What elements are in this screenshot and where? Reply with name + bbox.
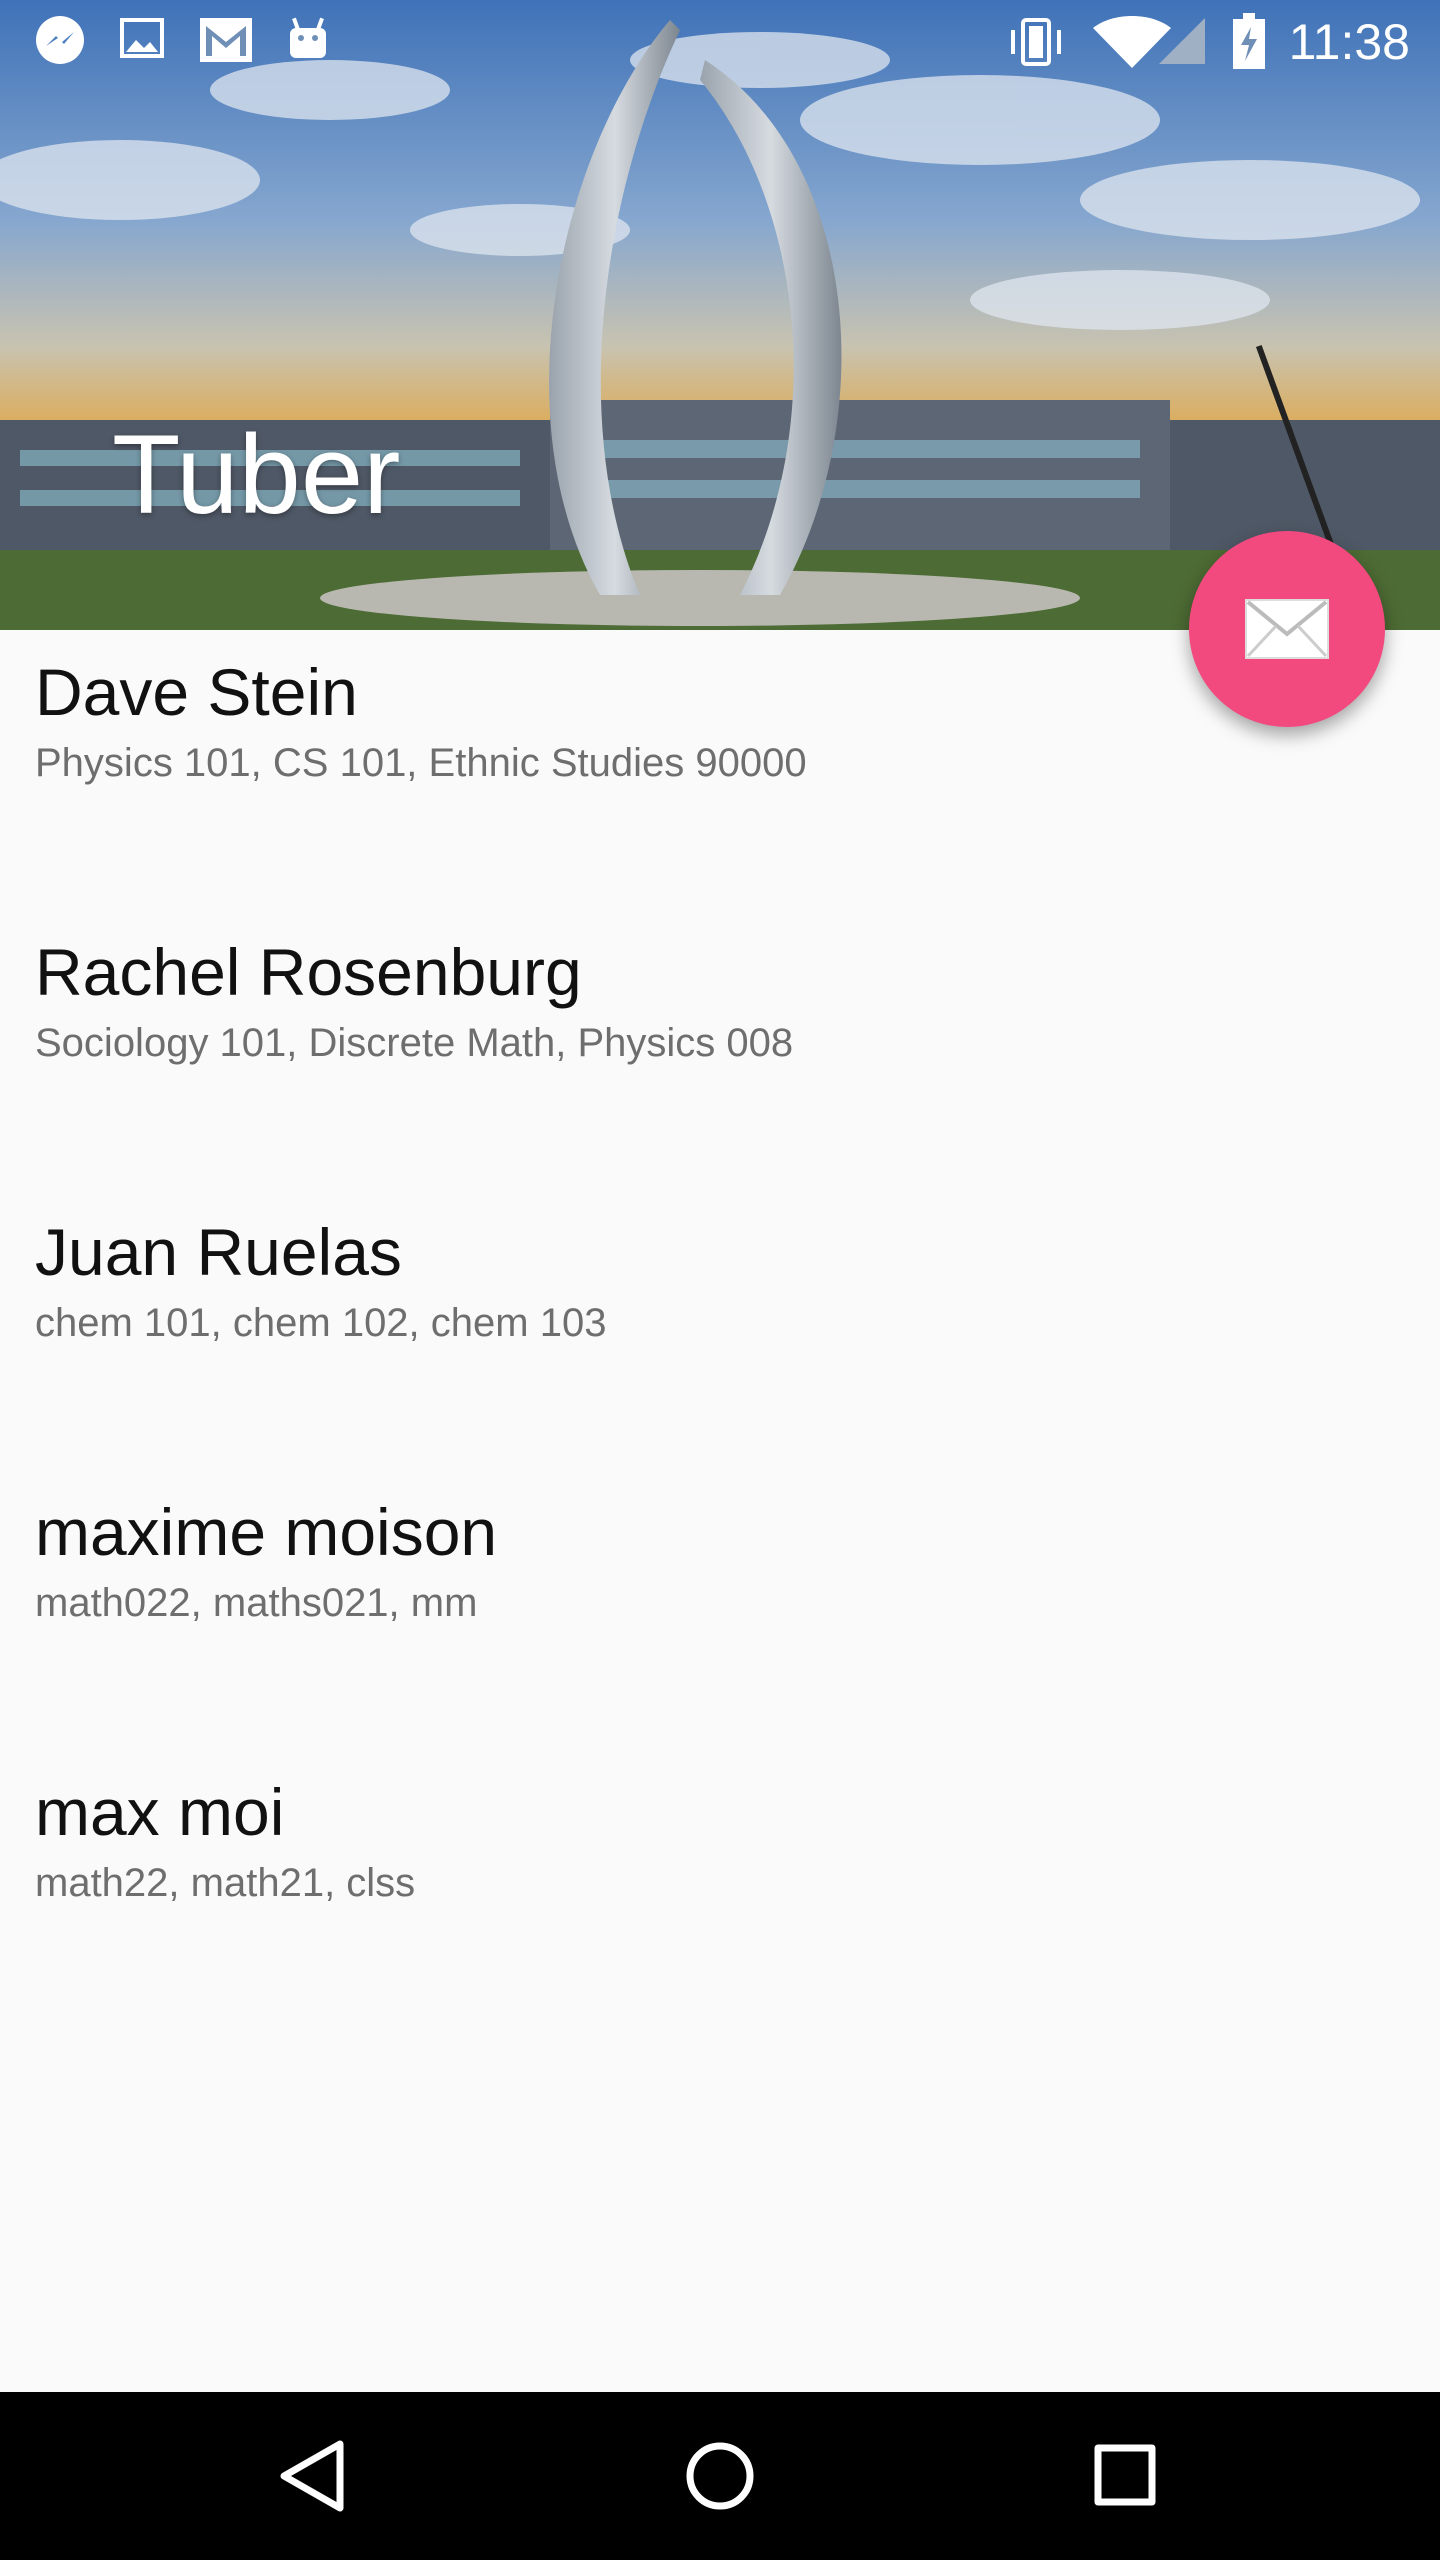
recents-icon: [1094, 2444, 1156, 2506]
battery-charging-icon: [1232, 13, 1265, 69]
tutor-classes: Physics 101, CS 101, Ethnic Studies 9000…: [35, 741, 807, 785]
header-image: 11:38 Tuber: [0, 0, 1440, 630]
vibrate-icon: [1010, 18, 1061, 66]
tutor-classes: chem 101, chem 102, chem 103: [35, 1301, 607, 1345]
messenger-icon: [36, 16, 84, 64]
recents-button[interactable]: [1080, 2436, 1170, 2516]
tutor-classes: math22, math21, clss: [35, 1861, 416, 1905]
gmail-icon: [200, 18, 252, 62]
list-item[interactable]: Rachel Rosenburg Sociology 101, Discrete…: [0, 910, 1440, 1190]
system-nav-bar: [0, 2392, 1440, 2560]
android-icon: [290, 17, 326, 58]
tutor-name: Dave Stein: [35, 655, 358, 729]
list-item[interactable]: Dave Stein Physics 101, CS 101, Ethnic S…: [0, 630, 1440, 910]
status-bar: 11:38: [0, 0, 1440, 84]
tutor-classes: Sociology 101, Discrete Math, Physics 00…: [35, 1021, 794, 1065]
tutor-name: maxime moison: [35, 1495, 498, 1569]
back-button[interactable]: [270, 2436, 360, 2516]
tutor-classes: math022, maths021, mm: [35, 1581, 478, 1625]
status-time: 11:38: [1288, 14, 1410, 70]
tutor-list: Dave Stein Physics 101, CS 101, Ethnic S…: [0, 630, 1440, 2030]
back-icon: [280, 2440, 344, 2512]
tutor-name: Rachel Rosenburg: [35, 935, 582, 1009]
list-item[interactable]: Juan Ruelas chem 101, chem 102, chem 103: [0, 1190, 1440, 1470]
tutor-name: Juan Ruelas: [35, 1215, 402, 1289]
gallery-icon: [120, 18, 164, 58]
home-icon: [686, 2442, 754, 2510]
list-item[interactable]: max moi math22, math21, clss: [0, 1750, 1440, 2030]
list-item[interactable]: maxime moison math022, maths021, mm: [0, 1470, 1440, 1750]
app-title: Tuber: [112, 412, 401, 537]
tutor-name: max moi: [35, 1775, 285, 1849]
wifi-icon: [1092, 16, 1205, 68]
home-button[interactable]: [675, 2436, 765, 2516]
